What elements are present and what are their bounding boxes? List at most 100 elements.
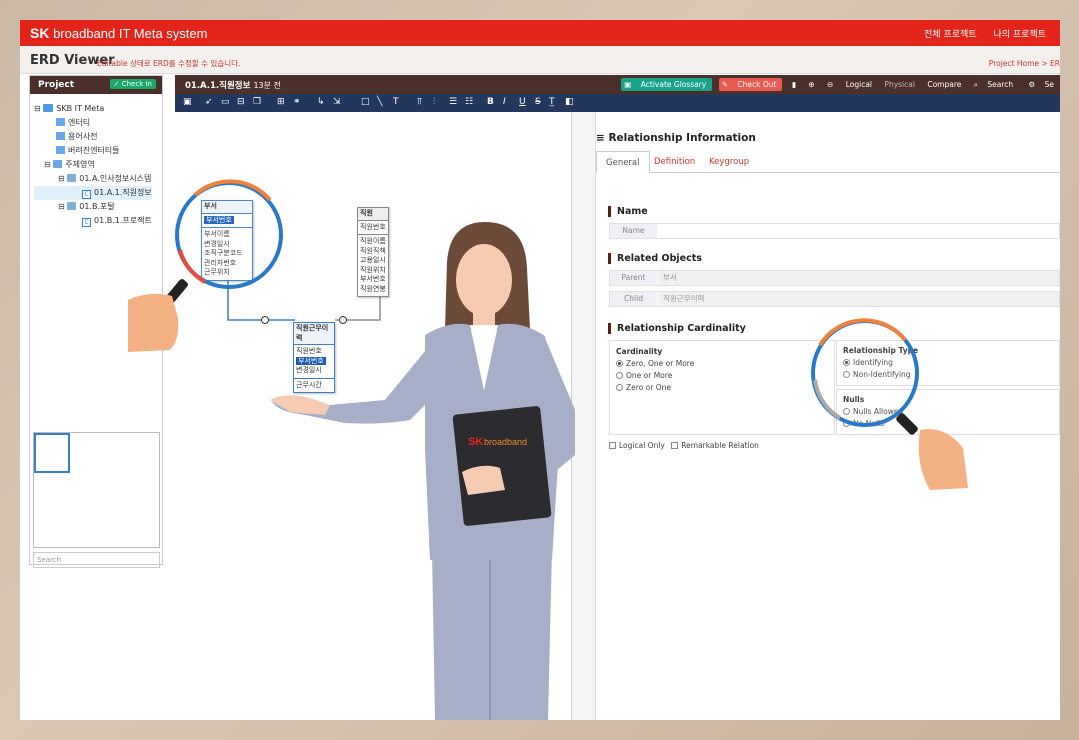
name-field[interactable]: [658, 224, 1059, 238]
check-in-button[interactable]: ✓ Check In: [109, 79, 156, 89]
lock-icon[interactable]: ▮: [789, 79, 799, 90]
minimap-viewport[interactable]: [34, 433, 70, 473]
parent-row: Parent 부서: [609, 270, 1060, 286]
font-color-icon[interactable]: T̲: [549, 97, 555, 107]
diagram-name: 01.A.1.직원정보 13분 전: [185, 81, 281, 91]
settings-button[interactable]: ⚙ Se: [1026, 78, 1060, 91]
radio-zero-one[interactable]: Zero or One: [616, 382, 828, 394]
relation-options: Logical Only Remarkable Relation: [609, 441, 759, 450]
entity-work-history[interactable]: 직원근무이력 직원번호 부서번호 변경일시 근무시간: [293, 322, 335, 393]
logical-only-checkbox[interactable]: Logical Only: [609, 441, 665, 450]
panel-splitter[interactable]: [572, 112, 596, 720]
table-icon: [56, 146, 65, 154]
search-button[interactable]: ⌕ Search: [971, 78, 1019, 91]
tree-item-hr[interactable]: ⊟ 01.A.인사정보시스템: [34, 172, 152, 186]
child-field: 직원근무이력: [658, 292, 1059, 306]
entity-employee[interactable]: 직원 직원번호 직원이름 직원직책 고용일시 직원위치 부서번호 직원연봉: [357, 207, 389, 297]
relationship-tabs: General Definition Keygroup: [596, 151, 1060, 173]
radio-one-more[interactable]: One or More: [616, 370, 828, 382]
radio-non-identifying[interactable]: Non-Identifying: [843, 369, 1053, 381]
tree-item-entity[interactable]: 엔터티: [34, 116, 152, 130]
physical-toggle[interactable]: Physical: [881, 79, 918, 90]
fill-color-icon[interactable]: ◧: [565, 97, 574, 107]
section-cardinality: Relationship Cardinality: [608, 323, 746, 334]
group-icon[interactable]: ⚭: [293, 97, 301, 107]
project-panel-header: Project ✓ Check In: [30, 76, 162, 94]
tab-general[interactable]: General: [596, 151, 650, 173]
tab-keygroup[interactable]: Keygroup: [700, 151, 758, 173]
erd-canvas[interactable]: 부서 부서번호 부서이름 변경일시 조직구분코드 관리자번호 근무위치 직원 직원번호 …: [175, 112, 572, 720]
underline-icon[interactable]: U: [519, 97, 526, 107]
table-icon: [56, 118, 65, 126]
editor-header: 01.A.1.직원정보 13분 전 ▣ Activate Glossary ✎ C…: [175, 75, 1060, 94]
tab-definition[interactable]: Definition: [645, 151, 704, 173]
app-logo[interactable]: SK broadband IT Meta system: [30, 25, 207, 41]
logical-toggle[interactable]: Logical: [843, 79, 875, 90]
tree-item-project[interactable]: C 01.B.1.프로젝트: [34, 214, 152, 228]
tree-item-glossary[interactable]: 용어사전: [34, 130, 152, 144]
network-icon: [43, 104, 54, 112]
save-icon[interactable]: ▣: [183, 97, 192, 107]
pointer-icon[interactable]: ➶: [205, 97, 213, 107]
entity-icon[interactable]: ▭: [221, 97, 230, 107]
relation2-icon[interactable]: ⇲: [333, 97, 341, 107]
app-frame: SK broadband IT Meta system 전체 프로젝트 나의 프…: [20, 20, 1060, 720]
table-icon: [53, 160, 63, 168]
child-row: Child 직원근무이력: [609, 291, 1060, 307]
cardinality-card: Cardinality Zero, One or More One or Mor…: [609, 340, 835, 435]
strikethrough-icon[interactable]: S: [535, 97, 541, 107]
tree-item-discarded[interactable]: 버려진엔터티들: [34, 144, 152, 158]
page-subtitle: Editable 상태로 ERD를 수정할 수 있습니다.: [97, 59, 241, 68]
attr-pk: 부서번호: [204, 215, 234, 224]
view-icon[interactable]: ⊟: [237, 97, 245, 107]
radio-zero-one-more[interactable]: Zero, One or More: [616, 358, 828, 370]
zoom-in-icon[interactable]: ⊕: [805, 79, 817, 90]
menu-icon: ≡: [596, 132, 609, 144]
italic-icon[interactable]: I: [503, 97, 506, 107]
breadcrumb[interactable]: Project Home > ER: [989, 59, 1060, 68]
project-search-input[interactable]: Search: [33, 552, 160, 568]
text-icon[interactable]: T: [393, 97, 399, 107]
top-bar: SK broadband IT Meta system 전체 프로젝트 나의 프…: [20, 20, 1060, 46]
name-row: Name: [609, 223, 1060, 239]
top-nav: 전체 프로젝트 나의 프로젝트: [924, 27, 1060, 40]
compare-button[interactable]: Compare: [924, 79, 964, 90]
parent-field: 부서: [658, 271, 1059, 285]
nulls-card: Nulls Nulls Allowed No Nulls: [836, 389, 1060, 435]
nav-all-projects[interactable]: 전체 프로젝트: [924, 30, 977, 40]
align-right-icon[interactable]: ☷: [465, 97, 473, 107]
relation-icon[interactable]: ↳: [317, 97, 325, 107]
align-left-icon[interactable]: ☰: [449, 97, 457, 107]
bold-icon[interactable]: B: [487, 97, 494, 107]
tree-item-root[interactable]: ⊟ SKB IT Meta: [34, 102, 152, 116]
section-related-objects: Related Objects: [608, 253, 702, 264]
zoom-out-icon[interactable]: ⊖: [824, 79, 836, 90]
activate-glossary-button[interactable]: ▣ Activate Glossary: [621, 78, 713, 91]
entity-department[interactable]: 부서 부서번호 부서이름 변경일시 조직구분코드 관리자번호 근무위치: [201, 200, 253, 281]
radio-no-nulls[interactable]: No Nulls: [843, 418, 1053, 430]
title-bar: ERD Viewer Editable 상태로 ERD를 수정할 수 있습니다.…: [20, 46, 1060, 74]
relationship-panel: ≡ Relationship Information General Defin…: [596, 112, 1060, 720]
nav-my-projects[interactable]: 나의 프로젝트: [993, 30, 1046, 40]
table-icon[interactable]: ⊞: [277, 97, 285, 107]
align-middle-icon[interactable]: ⫶: [433, 97, 435, 107]
tree-item-subject[interactable]: ⊟ 주제영역: [34, 158, 152, 172]
copy-icon[interactable]: ❐: [253, 97, 261, 107]
radio-identifying[interactable]: Identifying: [843, 357, 1053, 369]
relationship-panel-title: ≡ Relationship Information: [596, 132, 756, 144]
folder-icon: [67, 174, 77, 182]
line-icon[interactable]: ╲: [377, 97, 382, 107]
project-tree: ⊟ SKB IT Meta 엔터티 용어사전 버려진엔터티들 ⊟ 주제영역 ⊟ …: [34, 102, 152, 228]
minimap[interactable]: [33, 432, 160, 548]
diagram-icon: C: [82, 190, 91, 199]
remarkable-checkbox[interactable]: Remarkable Relation: [671, 441, 759, 450]
tree-item-employee[interactable]: C 01.A.1.직원정보: [34, 186, 152, 200]
radio-nulls-allowed[interactable]: Nulls Allowed: [843, 406, 1053, 418]
rectangle-icon[interactable]: □: [361, 97, 370, 107]
folder-icon: [67, 202, 77, 210]
check-out-button[interactable]: ✎ Check Out: [718, 78, 783, 91]
project-panel: Project ✓ Check In ⊟ SKB IT Meta 엔터티 용어사…: [29, 75, 163, 568]
editor-toolbar: ▣ ➶ ▭ ⊟ ❐ ⊞ ⚭ ↳ ⇲ □ ╲ T ⫪ ⫶ ☰ ☷ B I U S …: [175, 94, 1060, 112]
align-top-icon[interactable]: ⫪: [417, 97, 422, 107]
tree-item-portal[interactable]: ⊟ 01.B.포탈: [34, 200, 152, 214]
